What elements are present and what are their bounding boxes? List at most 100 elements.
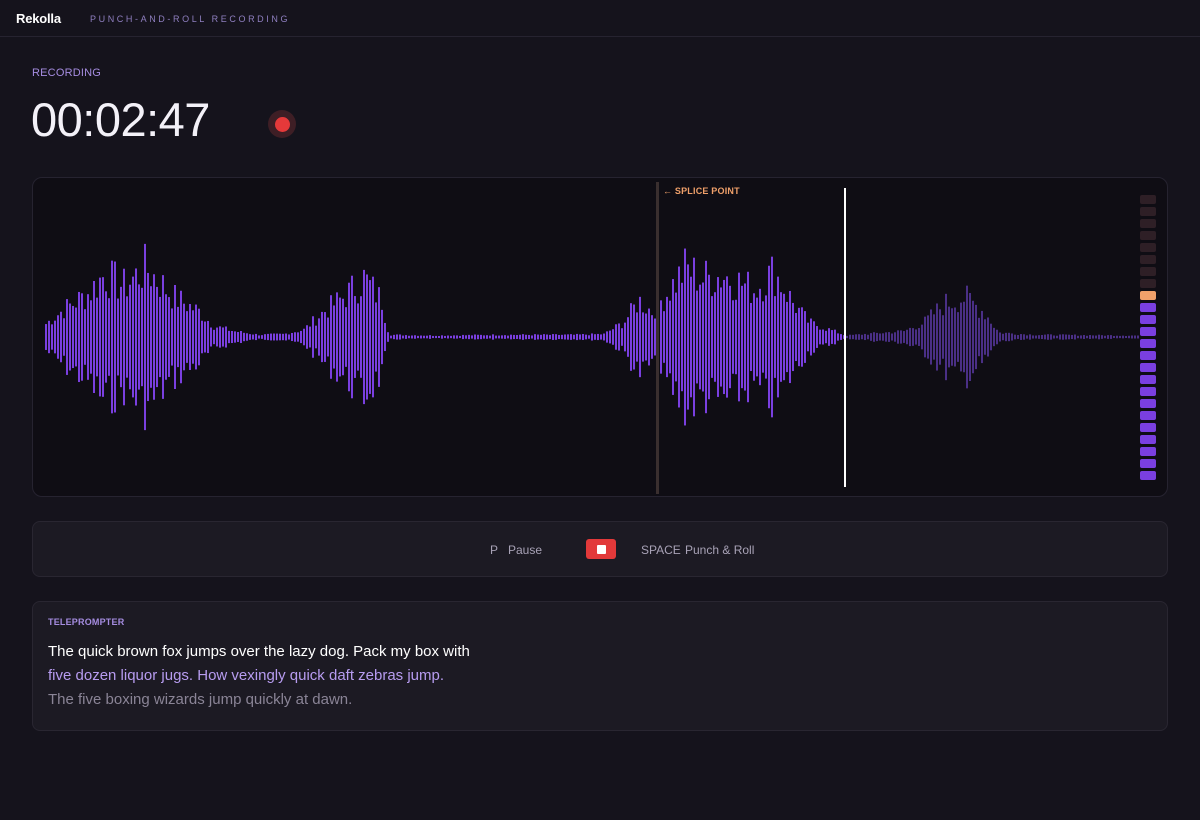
waveform-bar-225 (720, 287, 722, 387)
meter-segment-18 (1140, 411, 1156, 420)
waveform-bar-128 (429, 335, 431, 339)
waveform-bar-256 (813, 321, 815, 353)
waveform-bar-39 (162, 275, 164, 399)
meter-segment-16 (1140, 387, 1156, 396)
waveform-bar-175 (570, 334, 572, 340)
waveform-bar-147 (486, 335, 488, 339)
brand-logo[interactable]: Rekolla (16, 11, 61, 26)
waveform-bar-8 (69, 303, 71, 371)
waveform-bar-103 (354, 296, 356, 378)
waveform-bar-357 (1116, 335, 1118, 339)
waveform-bar-91 (318, 318, 320, 356)
splice-marker[interactable] (656, 182, 659, 494)
waveform-bar-329 (1032, 335, 1034, 339)
waveform-bar-261 (828, 328, 830, 346)
waveform-bar-268 (849, 334, 851, 340)
pause-button[interactable]: Pause (508, 543, 542, 557)
waveform-bar-66 (243, 332, 245, 342)
waveform-bar-296 (933, 314, 935, 360)
waveform-bar-267 (846, 335, 848, 339)
stop-icon (596, 544, 606, 554)
waveform-bar-333 (1044, 334, 1046, 340)
waveform-bar-157 (516, 335, 518, 339)
waveform-bar-42 (171, 308, 173, 366)
waveform-bar-44 (177, 306, 179, 368)
waveform-bar-287 (906, 329, 908, 345)
waveform-bar-226 (723, 279, 725, 395)
stop-button[interactable] (586, 539, 616, 559)
meter-segment-4 (1140, 243, 1156, 252)
waveform-bar-281 (888, 332, 890, 342)
waveform-bar-98 (339, 297, 341, 377)
waveform-bar-203 (654, 318, 656, 356)
waveform-bar-275 (870, 333, 872, 341)
waveform-bar-126 (423, 335, 425, 339)
waveform-bar-9 (72, 305, 74, 369)
waveform-bar-316 (993, 327, 995, 347)
waveform-bar-41 (168, 297, 170, 377)
waveform-bar-191 (618, 323, 620, 351)
punch-and-roll-button[interactable]: Punch & Roll (685, 543, 754, 557)
waveform-bar-1 (48, 320, 50, 354)
waveform-bar-282 (891, 333, 893, 341)
waveform-bar-20 (105, 291, 107, 383)
waveform-bar-107 (366, 274, 368, 400)
waveform-bar-349 (1092, 335, 1094, 339)
playhead[interactable] (844, 188, 846, 487)
waveform-bar-177 (576, 333, 578, 341)
waveform-bar-68 (249, 334, 251, 340)
waveform-bar-212 (681, 282, 683, 392)
waveform-panel[interactable]: ← SPLICE POINT (32, 177, 1168, 497)
waveform-bar-10 (75, 307, 77, 367)
waveform-bar-251 (798, 307, 800, 367)
waveform-bar-148 (489, 335, 491, 339)
waveform-bar-304 (957, 312, 959, 362)
waveform-bar-313 (984, 319, 986, 355)
waveform-bar-343 (1074, 334, 1076, 340)
waveform-bar-298 (939, 309, 941, 365)
waveform-bar-321 (1008, 332, 1010, 342)
waveform-bar-339 (1062, 334, 1064, 340)
waveform-bar-132 (441, 335, 443, 339)
waveform-bar-196 (633, 304, 635, 370)
waveform-bar-238 (759, 288, 761, 386)
waveform-bar-4 (57, 315, 59, 359)
waveform-bar-255 (810, 318, 812, 356)
waveform-bar-260 (825, 330, 827, 344)
waveform-bar-140 (465, 335, 467, 339)
waveform-bar-327 (1026, 335, 1028, 339)
waveform-bar-170 (555, 334, 557, 340)
waveform-bar-117 (396, 334, 398, 340)
waveform-bar-142 (471, 335, 473, 339)
meter-segment-20 (1140, 435, 1156, 444)
waveform-bar-28 (129, 284, 131, 390)
waveform-bar-335 (1050, 334, 1052, 340)
waveform-bar-354 (1107, 335, 1109, 339)
waveform-bar-174 (567, 334, 569, 340)
waveform-bar-121 (408, 335, 410, 339)
waveform-bar-69 (252, 334, 254, 340)
waveform-bar-358 (1119, 335, 1121, 339)
waveform-bar-76 (273, 333, 275, 341)
waveform-bar-87 (306, 325, 308, 349)
splice-point-label: ← SPLICE POINT (663, 186, 740, 196)
waveform-bar-216 (693, 257, 695, 417)
waveform-bar-309 (972, 300, 974, 374)
waveform-bar-12 (81, 293, 83, 381)
waveform-bar-355 (1110, 335, 1112, 339)
waveform-bar-318 (999, 332, 1001, 342)
meter-segment-19 (1140, 423, 1156, 432)
waveform-bar-92 (321, 311, 323, 363)
record-dot-icon (268, 110, 296, 138)
waveform-bar-127 (426, 335, 428, 339)
waveform-bar-247 (786, 301, 788, 373)
waveform-bar-18 (99, 277, 101, 397)
waveform-bar-123 (414, 335, 416, 339)
waveform-bar-208 (669, 300, 671, 374)
waveform-bar-270 (855, 334, 857, 340)
waveform-bar-144 (477, 334, 479, 340)
waveform-bar-185 (600, 334, 602, 340)
waveform-bar-32 (141, 287, 143, 387)
teleprompter-line-next: five dozen liquor jugs. How vexingly qui… (48, 667, 445, 684)
waveform[interactable] (33, 178, 1168, 497)
